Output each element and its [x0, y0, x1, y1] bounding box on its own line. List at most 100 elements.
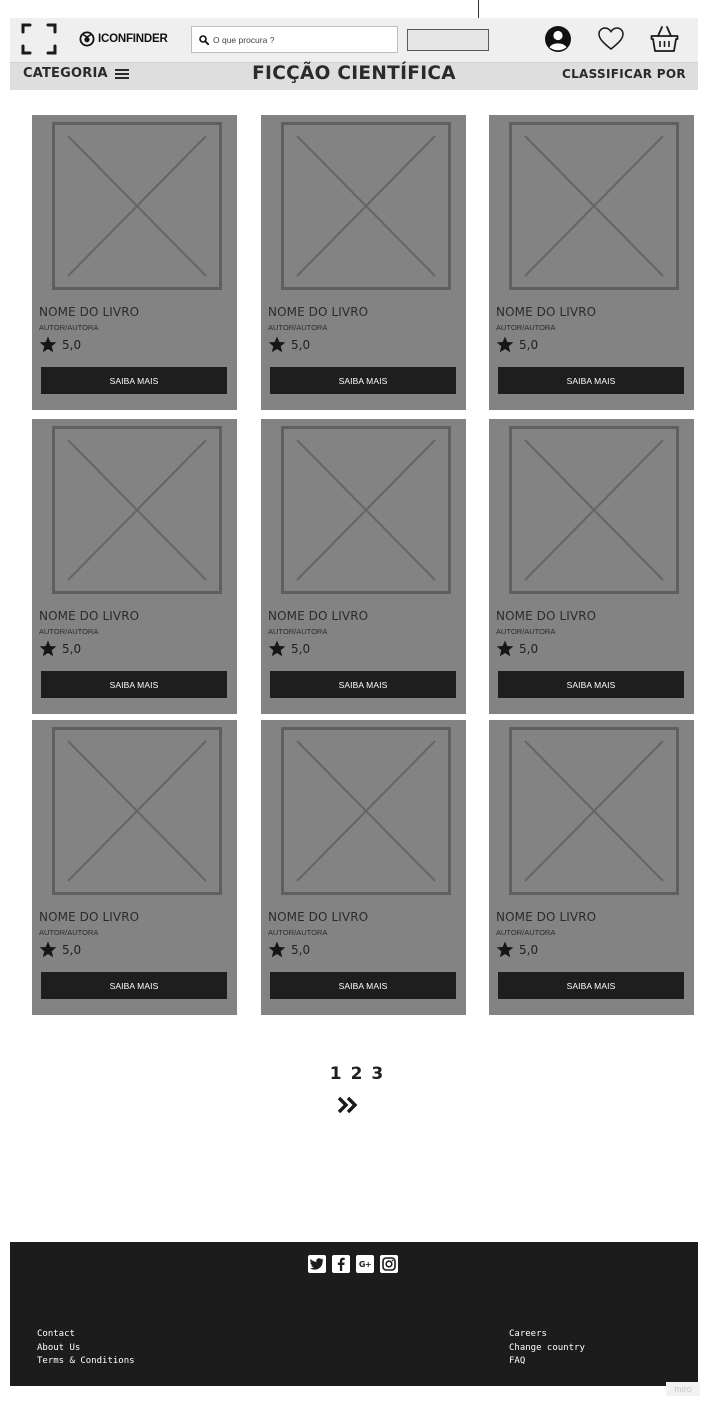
rating: 5,0 [268, 640, 310, 657]
book-title: NOME DO LIVRO [496, 305, 597, 319]
book-author: AUTOR/AUTORA [496, 928, 556, 937]
saiba-mais-button[interactable]: SAIBA MAIS [270, 972, 456, 999]
user-account-button[interactable] [544, 24, 572, 54]
product-card[interactable]: NOME DO LIVRO AUTOR/AUTORA 5,0 SAIBA MAIS [261, 115, 466, 410]
product-card[interactable]: NOME DO LIVRO AUTOR/AUTORA 5,0 SAIBA MAIS [489, 419, 694, 714]
rating: 5,0 [39, 941, 81, 958]
product-card[interactable]: NOME DO LIVRO AUTOR/AUTORA 5,0 SAIBA MAIS [32, 419, 237, 714]
rating-value: 5,0 [519, 942, 539, 957]
twitter-icon[interactable] [308, 1255, 326, 1273]
pagination: 1 2 3 [0, 1064, 709, 1084]
rating: 5,0 [496, 941, 538, 958]
book-title: NOME DO LIVRO [496, 609, 597, 623]
footer-link-faq[interactable]: FAQ [509, 1355, 585, 1369]
image-placeholder-icon [281, 426, 451, 594]
image-placeholder-icon [52, 122, 222, 290]
cart-button[interactable] [649, 24, 680, 54]
rating-value: 5,0 [291, 942, 311, 957]
book-title: NOME DO LIVRO [268, 910, 369, 924]
brand-name: ICONFINDER [98, 33, 168, 45]
product-card[interactable]: NOME DO LIVRO AUTOR/AUTORA 5,0 SAIBA MAIS [261, 720, 466, 1015]
saiba-mais-button[interactable]: SAIBA MAIS [498, 671, 684, 698]
book-title: NOME DO LIVRO [39, 609, 140, 623]
image-placeholder-icon [52, 426, 222, 594]
heart-icon [598, 27, 624, 50]
rating-value: 5,0 [291, 337, 311, 352]
footer-links-left: Contact About Us Terms & Conditions [37, 1328, 135, 1369]
book-author: AUTOR/AUTORA [496, 627, 556, 636]
book-title: NOME DO LIVRO [268, 305, 369, 319]
page-link-3[interactable]: 3 [371, 1064, 383, 1084]
instagram-icon[interactable] [380, 1255, 398, 1273]
rating-value: 5,0 [62, 942, 82, 957]
image-placeholder-icon [281, 122, 451, 290]
book-title: NOME DO LIVRO [39, 910, 140, 924]
product-card[interactable]: NOME DO LIVRO AUTOR/AUTORA 5,0 SAIBA MAIS [489, 720, 694, 1015]
star-icon [496, 941, 514, 958]
star-icon [39, 336, 57, 353]
search-input[interactable] [213, 34, 393, 45]
rating-value: 5,0 [291, 641, 311, 656]
search-icon [199, 34, 209, 45]
book-author: AUTOR/AUTORA [39, 323, 99, 332]
product-card[interactable]: NOME DO LIVRO AUTOR/AUTORA 5,0 SAIBA MAIS [489, 115, 694, 410]
page-link-1[interactable]: 1 [330, 1064, 342, 1084]
saiba-mais-button[interactable]: SAIBA MAIS [41, 972, 227, 999]
rating: 5,0 [39, 640, 81, 657]
basket-icon [650, 26, 679, 52]
footer-link-careers[interactable]: Careers [509, 1328, 585, 1342]
book-author: AUTOR/AUTORA [268, 928, 328, 937]
image-placeholder-icon [509, 122, 679, 290]
rating: 5,0 [268, 941, 310, 958]
product-card[interactable]: NOME DO LIVRO AUTOR/AUTORA 5,0 SAIBA MAIS [32, 115, 237, 410]
page-link-2[interactable]: 2 [351, 1064, 363, 1084]
footer-links-right: Careers Change country FAQ [509, 1328, 585, 1369]
book-title: NOME DO LIVRO [496, 910, 597, 924]
iconfinder-logo-icon [79, 31, 95, 47]
saiba-mais-button[interactable]: SAIBA MAIS [41, 671, 227, 698]
product-card[interactable]: NOME DO LIVRO AUTOR/AUTORA 5,0 SAIBA MAIS [32, 720, 237, 1015]
footer-link-contact[interactable]: Contact [37, 1328, 135, 1342]
image-placeholder-icon [52, 727, 222, 895]
google-plus-icon[interactable]: G+ [356, 1255, 374, 1273]
book-author: AUTOR/AUTORA [268, 627, 328, 636]
image-placeholder-icon [509, 426, 679, 594]
rating-value: 5,0 [62, 641, 82, 656]
saiba-mais-button[interactable]: SAIBA MAIS [270, 671, 456, 698]
brand-logo[interactable]: ICONFINDER [79, 31, 168, 47]
scan-icon[interactable] [20, 21, 58, 57]
star-icon [39, 941, 57, 958]
rating: 5,0 [496, 336, 538, 353]
saiba-mais-button[interactable]: SAIBA MAIS [41, 367, 227, 394]
book-author: AUTOR/AUTORA [39, 928, 99, 937]
product-card[interactable]: NOME DO LIVRO AUTOR/AUTORA 5,0 SAIBA MAIS [261, 419, 466, 714]
book-title: NOME DO LIVRO [39, 305, 140, 319]
saiba-mais-button[interactable]: SAIBA MAIS [498, 367, 684, 394]
saiba-mais-button[interactable]: SAIBA MAIS [270, 367, 456, 394]
watermark: miro [666, 1382, 700, 1396]
sort-by-button[interactable]: CLASSIFICAR POR [562, 67, 686, 81]
rating-value: 5,0 [519, 641, 539, 656]
search-button[interactable] [407, 29, 489, 51]
book-author: AUTOR/AUTORA [496, 323, 556, 332]
saiba-mais-button[interactable]: SAIBA MAIS [498, 972, 684, 999]
star-icon [268, 640, 286, 657]
star-icon [496, 336, 514, 353]
rating: 5,0 [496, 640, 538, 657]
star-icon [496, 640, 514, 657]
footer-link-change-country[interactable]: Change country [509, 1342, 585, 1356]
star-icon [39, 640, 57, 657]
star-icon [268, 941, 286, 958]
footer-link-terms[interactable]: Terms & Conditions [37, 1355, 135, 1369]
user-icon [545, 26, 571, 52]
rating: 5,0 [268, 336, 310, 353]
double-chevron-right-icon[interactable] [336, 1095, 360, 1115]
image-placeholder-icon [509, 727, 679, 895]
rating-value: 5,0 [62, 337, 82, 352]
book-author: AUTOR/AUTORA [39, 627, 99, 636]
image-placeholder-icon [281, 727, 451, 895]
footer-link-about[interactable]: About Us [37, 1342, 135, 1356]
search-box [191, 26, 398, 53]
wishlist-button[interactable] [597, 24, 625, 54]
facebook-icon[interactable] [332, 1255, 350, 1273]
